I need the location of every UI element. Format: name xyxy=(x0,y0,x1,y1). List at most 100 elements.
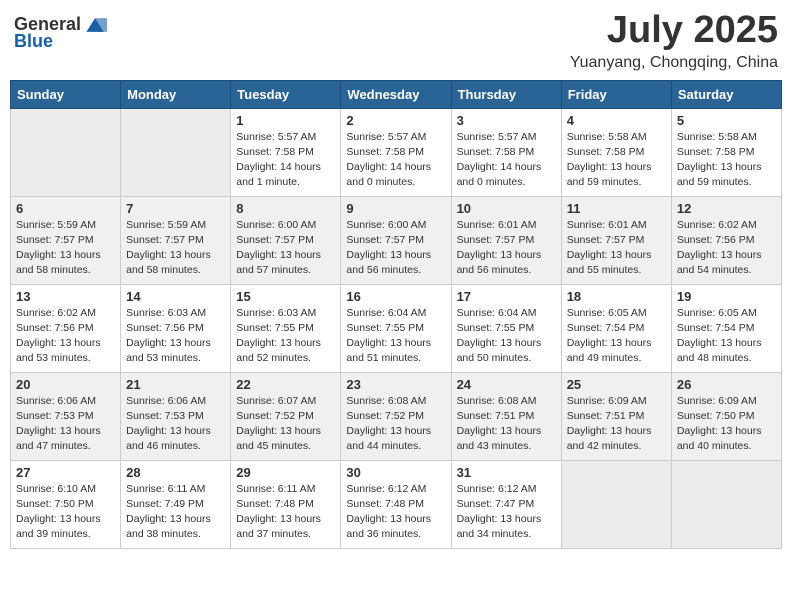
day-number: 13 xyxy=(16,289,115,304)
calendar-cell: 6Sunrise: 5:59 AMSunset: 7:57 PMDaylight… xyxy=(11,196,121,284)
day-number: 4 xyxy=(567,113,666,128)
calendar-cell: 2 Sunrise: 5:57 AMSunset: 7:58 PMDaylight… xyxy=(341,108,451,196)
calendar-cell xyxy=(121,108,231,196)
day-info: Sunrise: 6:12 AMSunset: 7:48 PMDaylight:… xyxy=(346,482,445,543)
day-number: 18 xyxy=(567,289,666,304)
calendar-week-row: 20 Sunrise: 6:06 AMSunset: 7:53 PMDayligh… xyxy=(11,372,782,460)
day-number: 28 xyxy=(126,465,225,480)
day-info: Sunrise: 5:57 AMSunset: 7:58 PMDaylight:… xyxy=(457,130,556,191)
day-number: 29 xyxy=(236,465,335,480)
day-info: Sunrise: 6:11 AMSunset: 7:49 PMDaylight:… xyxy=(126,482,225,543)
location-title: Yuanyang, Chongqing, China xyxy=(570,54,778,72)
day-number: 5 xyxy=(677,113,776,128)
calendar-cell: 9 Sunrise: 6:00 AMSunset: 7:57 PMDaylight… xyxy=(341,196,451,284)
day-number: 2 xyxy=(346,113,445,128)
day-info: Sunrise: 6:05 AMSunset: 7:54 PMDaylight:… xyxy=(567,306,666,367)
day-number: 10 xyxy=(457,201,556,216)
calendar-cell: 15 Sunrise: 6:03 AMSunset: 7:55 PMDayligh… xyxy=(231,284,341,372)
calendar-cell: 27 Sunrise: 6:10 AMSunset: 7:50 PMDayligh… xyxy=(11,460,121,548)
calendar-cell: 30 Sunrise: 6:12 AMSunset: 7:48 PMDayligh… xyxy=(341,460,451,548)
day-info: Sunrise: 6:06 AMSunset: 7:53 PMDaylight:… xyxy=(16,394,115,455)
calendar-cell: 23Sunrise: 6:08 AMSunset: 7:52 PMDayligh… xyxy=(341,372,451,460)
day-number: 17 xyxy=(457,289,556,304)
day-info: Sunrise: 6:00 AMSunset: 7:57 PMDaylight:… xyxy=(236,218,335,279)
calendar-cell xyxy=(561,460,671,548)
day-info: Sunrise: 6:07 AMSunset: 7:52 PMDaylight:… xyxy=(236,394,335,455)
day-number: 20 xyxy=(16,377,115,392)
calendar-week-row: 6Sunrise: 5:59 AMSunset: 7:57 PMDaylight… xyxy=(11,196,782,284)
calendar-cell: 26 Sunrise: 6:09 AMSunset: 7:50 PMDayligh… xyxy=(671,372,781,460)
calendar-cell: 11Sunrise: 6:01 AMSunset: 7:57 PMDayligh… xyxy=(561,196,671,284)
day-number: 3 xyxy=(457,113,556,128)
day-info: Sunrise: 5:59 AMSunset: 7:57 PMDaylight:… xyxy=(16,218,115,279)
day-info: Sunrise: 5:59 AMSunset: 7:57 PMDaylight:… xyxy=(126,218,225,279)
calendar-week-row: 27 Sunrise: 6:10 AMSunset: 7:50 PMDayligh… xyxy=(11,460,782,548)
day-number: 30 xyxy=(346,465,445,480)
weekday-header-monday: Monday xyxy=(121,80,231,108)
calendar-table: SundayMondayTuesdayWednesdayThursdayFrid… xyxy=(10,80,782,549)
day-number: 9 xyxy=(346,201,445,216)
calendar-cell: 18 Sunrise: 6:05 AMSunset: 7:54 PMDayligh… xyxy=(561,284,671,372)
day-number: 27 xyxy=(16,465,115,480)
day-number: 16 xyxy=(346,289,445,304)
calendar-cell: 31Sunrise: 6:12 AMSunset: 7:47 PMDayligh… xyxy=(451,460,561,548)
weekday-header-friday: Friday xyxy=(561,80,671,108)
day-info: Sunrise: 6:12 AMSunset: 7:47 PMDaylight:… xyxy=(457,482,556,543)
day-info: Sunrise: 6:11 AMSunset: 7:48 PMDaylight:… xyxy=(236,482,335,543)
day-info: Sunrise: 5:57 AMSunset: 7:58 PMDaylight:… xyxy=(236,130,335,191)
calendar-week-row: 1 Sunrise: 5:57 AMSunset: 7:58 PMDaylight… xyxy=(11,108,782,196)
calendar-cell: 28 Sunrise: 6:11 AMSunset: 7:49 PMDayligh… xyxy=(121,460,231,548)
day-number: 25 xyxy=(567,377,666,392)
calendar-cell: 10Sunrise: 6:01 AMSunset: 7:57 PMDayligh… xyxy=(451,196,561,284)
day-info: Sunrise: 6:09 AMSunset: 7:50 PMDaylight:… xyxy=(677,394,776,455)
calendar-cell: 16Sunrise: 6:04 AMSunset: 7:55 PMDayligh… xyxy=(341,284,451,372)
calendar-cell: 3 Sunrise: 5:57 AMSunset: 7:58 PMDaylight… xyxy=(451,108,561,196)
weekday-header-saturday: Saturday xyxy=(671,80,781,108)
calendar-cell: 29 Sunrise: 6:11 AMSunset: 7:48 PMDayligh… xyxy=(231,460,341,548)
month-title: July 2025 xyxy=(570,10,778,52)
day-number: 15 xyxy=(236,289,335,304)
day-number: 1 xyxy=(236,113,335,128)
calendar-cell: 14Sunrise: 6:03 AMSunset: 7:56 PMDayligh… xyxy=(121,284,231,372)
day-number: 24 xyxy=(457,377,556,392)
day-info: Sunrise: 5:58 AMSunset: 7:58 PMDaylight:… xyxy=(677,130,776,191)
day-number: 26 xyxy=(677,377,776,392)
day-number: 23 xyxy=(346,377,445,392)
day-info: Sunrise: 6:02 AMSunset: 7:56 PMDaylight:… xyxy=(677,218,776,279)
calendar-week-row: 13Sunrise: 6:02 AMSunset: 7:56 PMDayligh… xyxy=(11,284,782,372)
day-info: Sunrise: 5:57 AMSunset: 7:58 PMDaylight:… xyxy=(346,130,445,191)
weekday-header-thursday: Thursday xyxy=(451,80,561,108)
day-number: 8 xyxy=(236,201,335,216)
calendar-cell: 12 Sunrise: 6:02 AMSunset: 7:56 PMDayligh… xyxy=(671,196,781,284)
calendar-cell: 24 Sunrise: 6:08 AMSunset: 7:51 PMDayligh… xyxy=(451,372,561,460)
day-info: Sunrise: 6:06 AMSunset: 7:53 PMDaylight:… xyxy=(126,394,225,455)
logo: General Blue xyxy=(14,14,107,52)
day-number: 12 xyxy=(677,201,776,216)
day-number: 19 xyxy=(677,289,776,304)
weekday-header-row: SundayMondayTuesdayWednesdayThursdayFrid… xyxy=(11,80,782,108)
calendar-cell: 5 Sunrise: 5:58 AMSunset: 7:58 PMDaylight… xyxy=(671,108,781,196)
calendar-cell: 21Sunrise: 6:06 AMSunset: 7:53 PMDayligh… xyxy=(121,372,231,460)
calendar-cell: 13Sunrise: 6:02 AMSunset: 7:56 PMDayligh… xyxy=(11,284,121,372)
day-info: Sunrise: 6:03 AMSunset: 7:55 PMDaylight:… xyxy=(236,306,335,367)
day-number: 11 xyxy=(567,201,666,216)
calendar-cell: 17 Sunrise: 6:04 AMSunset: 7:55 PMDayligh… xyxy=(451,284,561,372)
calendar-cell: 1 Sunrise: 5:57 AMSunset: 7:58 PMDaylight… xyxy=(231,108,341,196)
weekday-header-wednesday: Wednesday xyxy=(341,80,451,108)
calendar-cell xyxy=(671,460,781,548)
calendar-cell: 22 Sunrise: 6:07 AMSunset: 7:52 PMDayligh… xyxy=(231,372,341,460)
day-info: Sunrise: 6:08 AMSunset: 7:51 PMDaylight:… xyxy=(457,394,556,455)
calendar-cell: 19Sunrise: 6:05 AMSunset: 7:54 PMDayligh… xyxy=(671,284,781,372)
title-area: July 2025 Yuanyang, Chongqing, China xyxy=(570,10,778,72)
logo-blue-text: Blue xyxy=(14,31,53,51)
day-number: 22 xyxy=(236,377,335,392)
calendar-cell: 4Sunrise: 5:58 AMSunset: 7:58 PMDaylight… xyxy=(561,108,671,196)
day-info: Sunrise: 6:03 AMSunset: 7:56 PMDaylight:… xyxy=(126,306,225,367)
calendar-cell: 20 Sunrise: 6:06 AMSunset: 7:53 PMDayligh… xyxy=(11,372,121,460)
day-info: Sunrise: 6:00 AMSunset: 7:57 PMDaylight:… xyxy=(346,218,445,279)
weekday-header-sunday: Sunday xyxy=(11,80,121,108)
header: General Blue July 2025 Yuanyang, Chongqi… xyxy=(10,10,782,72)
day-number: 7 xyxy=(126,201,225,216)
day-info: Sunrise: 6:10 AMSunset: 7:50 PMDaylight:… xyxy=(16,482,115,543)
day-info: Sunrise: 6:04 AMSunset: 7:55 PMDaylight:… xyxy=(457,306,556,367)
